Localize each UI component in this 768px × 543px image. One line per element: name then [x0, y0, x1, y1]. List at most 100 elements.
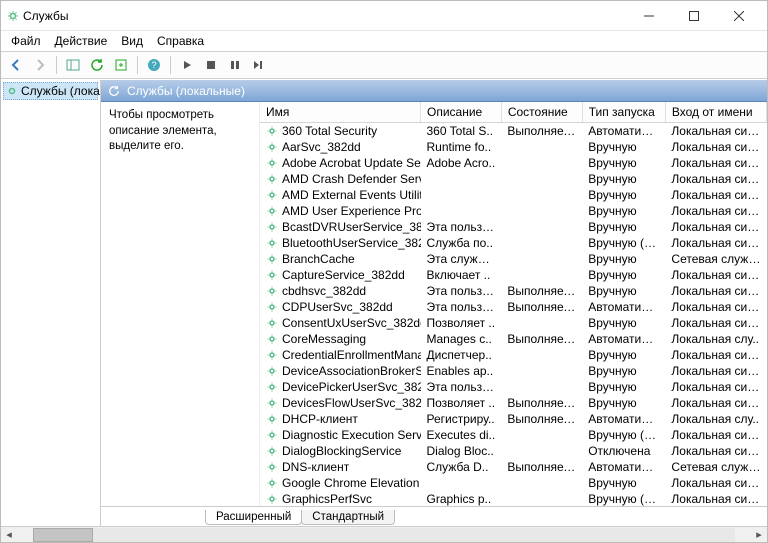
cell-startup: Вручную — [582, 363, 665, 379]
gear-icon — [266, 253, 278, 265]
cell-startup: Вручную — [582, 187, 665, 203]
col-desc[interactable]: Описание — [421, 102, 502, 123]
scroll-right-arrow[interactable]: ▸ — [751, 527, 767, 543]
cell-name: CredentialEnrollmentManag.. — [282, 348, 421, 362]
cell-desc: Служба D.. — [421, 459, 502, 475]
gear-icon — [266, 269, 278, 281]
table-row[interactable]: GraphicsPerfSvcGraphics p..Вручную (ак..… — [260, 491, 767, 506]
cell-logon: Локальная сист.. — [665, 283, 766, 299]
gear-icon — [266, 445, 278, 457]
cell-state: Выполняется — [501, 331, 582, 347]
cell-logon: Локальная сист.. — [665, 347, 766, 363]
cell-desc: Эта пользо.. — [421, 379, 502, 395]
cell-desc: Graphics p.. — [421, 491, 502, 506]
table-row[interactable]: DNS-клиентСлужба D..ВыполняетсяАвтоматич… — [260, 459, 767, 475]
refresh-icon[interactable] — [107, 84, 121, 98]
table-row[interactable]: AarSvc_382ddRuntime fo..ВручнуюЛокальная… — [260, 139, 767, 155]
table-row[interactable]: BranchCacheЭта служба..ВручнуюСетевая сл… — [260, 251, 767, 267]
cell-state — [501, 347, 582, 363]
cell-state — [501, 491, 582, 506]
cell-name: AarSvc_382dd — [282, 140, 361, 154]
cell-name: DevicesFlowUserSvc_382dd — [282, 396, 421, 410]
table-row[interactable]: CDPUserSvc_382ddЭта пользо..ВыполняетсяА… — [260, 299, 767, 315]
table-row[interactable]: CredentialEnrollmentManag..Диспетчер..Вр… — [260, 347, 767, 363]
cell-name: DevicePickerUserSvc_382dd — [282, 380, 421, 394]
maximize-button[interactable] — [671, 2, 716, 30]
help-button[interactable]: ? — [143, 54, 165, 76]
description-hint: Чтобы просмотреть описание элемента, выд… — [109, 109, 217, 152]
cell-logon: Локальная сист.. — [665, 395, 766, 411]
cell-desc: Adobe Acro.. — [421, 155, 502, 171]
cell-desc: Эта пользо.. — [421, 299, 502, 315]
cell-name: AMD External Events Utility — [282, 188, 421, 202]
table-row[interactable]: AMD Crash Defender ServiceВручнуюЛокальн… — [260, 171, 767, 187]
col-logon[interactable]: Вход от имени — [665, 102, 766, 123]
gear-icon — [266, 189, 278, 201]
cell-startup: Вручную — [582, 267, 665, 283]
table-row[interactable]: BcastDVRUserService_382ddЭта пользо..Вру… — [260, 219, 767, 235]
cell-state — [501, 475, 582, 491]
services-grid[interactable]: Имя Описание Состояние Тип запуска Вход … — [259, 102, 767, 506]
forward-button[interactable] — [29, 54, 51, 76]
table-row[interactable]: AMD User Experience Progra..ВручнуюЛокал… — [260, 203, 767, 219]
col-state[interactable]: Состояние — [501, 102, 582, 123]
gear-icon — [266, 493, 278, 505]
cell-desc: Позволяет .. — [421, 315, 502, 331]
tab-extended[interactable]: Расширенный — [205, 510, 302, 525]
cell-logon: Локальная сист.. — [665, 315, 766, 331]
restart-button[interactable] — [248, 54, 270, 76]
scroll-thumb[interactable] — [33, 528, 93, 542]
table-row[interactable]: AMD External Events Utility ВручнуюЛокаль… — [260, 187, 767, 203]
tree-item-services[interactable]: Службы (локальн — [3, 82, 98, 100]
pause-button[interactable] — [224, 54, 246, 76]
gear-icon — [266, 125, 278, 137]
table-row[interactable]: BluetoothUserService_382ddСлужба по..Вру… — [260, 235, 767, 251]
table-row[interactable]: DeviceAssociationBrokerSvc..Enables ap..… — [260, 363, 767, 379]
cell-startup: Вручную — [582, 283, 665, 299]
table-row[interactable]: Adobe Acrobat Update Servi..Adobe Acro..… — [260, 155, 767, 171]
table-row[interactable]: DevicesFlowUserSvc_382ddПозволяет ..Выпо… — [260, 395, 767, 411]
table-row[interactable]: cbdhsvc_382ddЭта пользо..ВыполняетсяВруч… — [260, 283, 767, 299]
start-button[interactable] — [176, 54, 198, 76]
menu-action[interactable]: Действие — [49, 32, 114, 50]
refresh-button[interactable] — [86, 54, 108, 76]
minimize-button[interactable] — [626, 2, 671, 30]
show-hide-tree-button[interactable] — [62, 54, 84, 76]
table-row[interactable]: DialogBlockingServiceDialog Bloc..Отключ… — [260, 443, 767, 459]
back-button[interactable] — [5, 54, 27, 76]
gear-icon — [266, 317, 278, 329]
cell-logon: Локальная сист.. — [665, 203, 766, 219]
tab-standard[interactable]: Стандартный — [301, 510, 395, 525]
table-row[interactable]: CoreMessagingManages c..ВыполняетсяАвтом… — [260, 331, 767, 347]
col-name[interactable]: Имя — [260, 102, 421, 123]
scroll-left-arrow[interactable]: ◂ — [1, 527, 17, 543]
cell-startup: Автоматичес.. — [582, 331, 665, 347]
services-window: Службы Файл Действие Вид Справка ? — [0, 0, 768, 543]
menu-help[interactable]: Справка — [151, 32, 210, 50]
table-row[interactable]: ConsentUxUserSvc_382ddПозволяет ..Вручну… — [260, 315, 767, 331]
gear-icon — [266, 365, 278, 377]
cell-logon: Локальная сист.. — [665, 123, 766, 140]
close-button[interactable] — [716, 2, 761, 30]
menu-file[interactable]: Файл — [5, 32, 47, 50]
cell-state — [501, 379, 582, 395]
table-row[interactable]: CaptureService_382ddВключает ..ВручнуюЛо… — [260, 267, 767, 283]
col-startup[interactable]: Тип запуска — [582, 102, 665, 123]
export-button[interactable] — [110, 54, 132, 76]
tab-strip: Расширенный Стандартный — [101, 506, 767, 526]
stop-button[interactable] — [200, 54, 222, 76]
cell-startup: Вручную — [582, 139, 665, 155]
table-row[interactable]: DHCP-клиентРегистриру..ВыполняетсяАвтома… — [260, 411, 767, 427]
cell-name: ConsentUxUserSvc_382dd — [282, 316, 421, 330]
horizontal-scrollbar[interactable]: ◂ ▸ — [1, 526, 767, 542]
cell-startup: Вручную — [582, 171, 665, 187]
table-row[interactable]: 360 Total Security360 Total S..Выполняет… — [260, 123, 767, 140]
cell-logon: Локальная сист.. — [665, 187, 766, 203]
table-row[interactable]: DevicePickerUserSvc_382ddЭта пользо..Вру… — [260, 379, 767, 395]
gear-icon — [266, 221, 278, 233]
menu-view[interactable]: Вид — [115, 32, 149, 50]
table-row[interactable]: Diagnostic Execution ServiceExecutes di.… — [260, 427, 767, 443]
cell-startup: Вручную — [582, 475, 665, 491]
cell-state — [501, 203, 582, 219]
table-row[interactable]: Google Chrome Elevation Se..ВручнуюЛокал… — [260, 475, 767, 491]
